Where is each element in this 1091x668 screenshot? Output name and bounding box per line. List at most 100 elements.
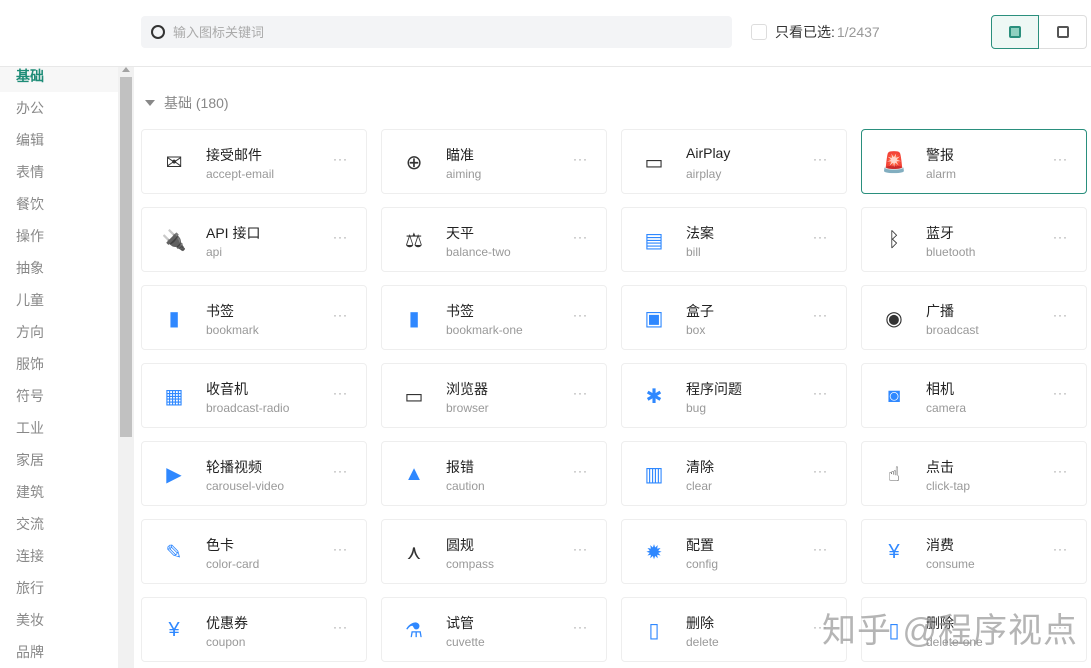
- more-button[interactable]: ···: [1053, 230, 1068, 244]
- icon-card[interactable]: ▭ 浏览器 browser ···: [381, 363, 607, 428]
- scrollbar-thumb[interactable]: [120, 77, 132, 437]
- icon-card[interactable]: ▲ 报错 caution ···: [381, 441, 607, 506]
- icon-card[interactable]: ᛒ 蓝牙 bluetooth ···: [861, 207, 1087, 272]
- icon-card[interactable]: ▣ 盒子 box ···: [621, 285, 847, 350]
- click-tap-icon: ☝: [887, 463, 901, 486]
- icon-card[interactable]: ◉ 广播 broadcast ···: [861, 285, 1087, 350]
- icon-id: config: [686, 557, 719, 571]
- icon-card[interactable]: ▮ 书签 bookmark ···: [141, 285, 367, 350]
- icon-id: caution: [446, 479, 485, 493]
- sidebar-item[interactable]: 基础: [0, 67, 118, 92]
- more-button[interactable]: ···: [1053, 386, 1068, 400]
- icon-card[interactable]: ⋏ 圆规 compass ···: [381, 519, 607, 584]
- icon-card[interactable]: ▶ 轮播视频 carousel-video ···: [141, 441, 367, 506]
- scroll-up-arrow[interactable]: [122, 67, 130, 72]
- more-button[interactable]: ···: [813, 152, 828, 166]
- sidebar-item[interactable]: 餐饮: [0, 188, 118, 220]
- more-button[interactable]: ···: [813, 542, 828, 556]
- icon-card[interactable]: ✉ 接受邮件 accept-email ···: [141, 129, 367, 194]
- sidebar-item[interactable]: 儿童: [0, 284, 118, 316]
- icon-name: 收音机: [206, 381, 248, 397]
- more-button[interactable]: ···: [813, 230, 828, 244]
- sidebar-item[interactable]: 家居: [0, 444, 118, 476]
- icon-card[interactable]: ▦ 收音机 broadcast-radio ···: [141, 363, 367, 428]
- coupon-icon: ¥: [168, 618, 180, 641]
- icon-card[interactable]: ◙ 相机 camera ···: [861, 363, 1087, 428]
- only-selected-filter[interactable]: 只看已选: 1/2437: [751, 22, 880, 42]
- bill-icon: ▤: [644, 229, 664, 252]
- more-button[interactable]: ···: [573, 542, 588, 556]
- more-button[interactable]: ···: [333, 386, 348, 400]
- icon-card[interactable]: ▮ 书签 bookmark-one ···: [381, 285, 607, 350]
- consume-icon: ¥: [888, 540, 900, 563]
- sidebar-item[interactable]: 连接: [0, 540, 118, 572]
- icon-id: balance-two: [446, 245, 511, 259]
- section-header[interactable]: 基础 (180): [145, 93, 229, 113]
- icon-name: 点击: [926, 459, 954, 475]
- more-button[interactable]: ···: [333, 230, 348, 244]
- delete-icon: ▯: [648, 619, 660, 642]
- more-button[interactable]: ···: [1053, 464, 1068, 478]
- more-button[interactable]: ···: [573, 230, 588, 244]
- sidebar-item[interactable]: 服饰: [0, 348, 118, 380]
- more-button[interactable]: ···: [813, 464, 828, 478]
- icon-card[interactable]: ▤ 法案 bill ···: [621, 207, 847, 272]
- sidebar-scrollbar[interactable]: [118, 67, 134, 668]
- more-button[interactable]: ···: [573, 386, 588, 400]
- icon-card[interactable]: ▯ 删除 delete ···: [621, 597, 847, 662]
- detail-view-button[interactable]: [991, 15, 1039, 49]
- sidebar-item[interactable]: 表情: [0, 156, 118, 188]
- icon-name: 圆规: [446, 537, 474, 553]
- sidebar-item[interactable]: 符号: [0, 380, 118, 412]
- sidebar-item[interactable]: 美妆: [0, 604, 118, 636]
- icon-id: click-tap: [926, 479, 971, 493]
- icon-card[interactable]: ⚖ 天平 balance-two ···: [381, 207, 607, 272]
- grid-view-button[interactable]: [1039, 15, 1087, 49]
- sidebar-item[interactable]: 工业: [0, 412, 118, 444]
- icon-card[interactable]: ⚗ 试管 cuvette ···: [381, 597, 607, 662]
- icon-name: 蓝牙: [926, 225, 954, 241]
- sidebar-item[interactable]: 交流: [0, 508, 118, 540]
- more-button[interactable]: ···: [1053, 308, 1068, 322]
- search-box[interactable]: [141, 16, 732, 48]
- more-button[interactable]: ···: [333, 542, 348, 556]
- more-button[interactable]: ···: [333, 308, 348, 322]
- sidebar-item[interactable]: 品牌: [0, 636, 118, 668]
- icon-card[interactable]: ⊕ 瞄准 aiming ···: [381, 129, 607, 194]
- icon-card[interactable]: ▭ AirPlay airplay ···: [621, 129, 847, 194]
- more-button[interactable]: ···: [333, 464, 348, 478]
- sidebar-item[interactable]: 方向: [0, 316, 118, 348]
- more-button[interactable]: ···: [333, 620, 348, 634]
- sidebar-item[interactable]: 编辑: [0, 124, 118, 156]
- section-title: 基础 (180): [164, 95, 229, 111]
- icon-card[interactable]: ¥ 消费 consume ···: [861, 519, 1087, 584]
- search-icon: [151, 25, 165, 39]
- sidebar-item[interactable]: 操作: [0, 220, 118, 252]
- icon-card[interactable]: 🔌 API 接口 api ···: [141, 207, 367, 272]
- more-button[interactable]: ···: [573, 464, 588, 478]
- only-selected-checkbox[interactable]: [751, 24, 767, 40]
- more-button[interactable]: ···: [1053, 542, 1068, 556]
- more-button[interactable]: ···: [333, 152, 348, 166]
- sidebar-item[interactable]: 建筑: [0, 476, 118, 508]
- more-button[interactable]: ···: [573, 152, 588, 166]
- icon-card[interactable]: ✎ 色卡 color-card ···: [141, 519, 367, 584]
- sidebar-item[interactable]: 办公: [0, 92, 118, 124]
- icon-card[interactable]: ▥ 清除 clear ···: [621, 441, 847, 506]
- more-button[interactable]: ···: [573, 620, 588, 634]
- more-button[interactable]: ···: [813, 308, 828, 322]
- api-icon: 🔌: [161, 229, 187, 252]
- icon-card[interactable]: 🚨 警报 alarm ···: [861, 129, 1087, 194]
- icon-id: bookmark: [206, 323, 259, 337]
- sidebar-item[interactable]: 抽象: [0, 252, 118, 284]
- more-button[interactable]: ···: [573, 308, 588, 322]
- more-button[interactable]: ···: [1053, 152, 1068, 166]
- icon-card[interactable]: ✱ 程序问题 bug ···: [621, 363, 847, 428]
- sidebar-item[interactable]: 旅行: [0, 572, 118, 604]
- icon-card[interactable]: ✹ 配置 config ···: [621, 519, 847, 584]
- search-input[interactable]: [173, 24, 673, 40]
- icon-id: broadcast-radio: [206, 401, 290, 415]
- icon-card[interactable]: ¥ 优惠券 coupon ···: [141, 597, 367, 662]
- more-button[interactable]: ···: [813, 386, 828, 400]
- icon-card[interactable]: ☝ 点击 click-tap ···: [861, 441, 1087, 506]
